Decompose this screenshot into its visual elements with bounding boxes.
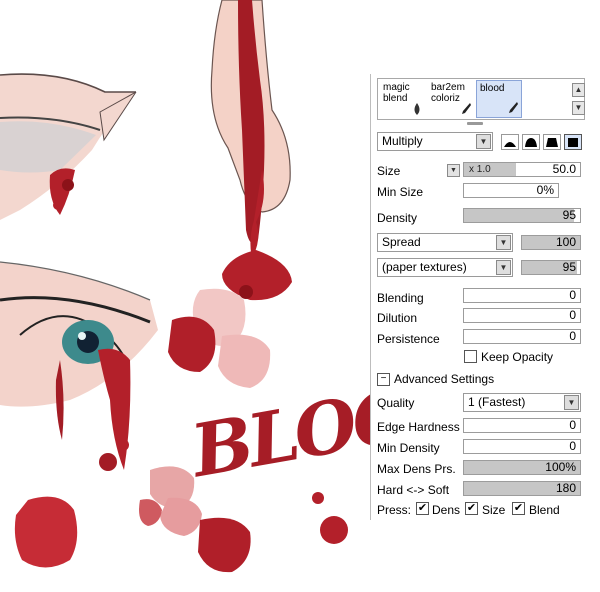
blend-mode-select[interactable]: Multiply ▼ — [377, 132, 493, 151]
min-size-label: Min Size — [377, 185, 424, 199]
paper-texture-strength-value: 95 — [562, 260, 576, 274]
paper-texture-strength-slider[interactable]: 95 — [521, 260, 581, 275]
press-size-label: Size — [482, 503, 506, 517]
min-density-value: 0 — [569, 439, 576, 453]
chevron-down-icon: ▼ — [496, 260, 511, 275]
max-dens-prs-value: 100% — [545, 460, 576, 474]
hard-soft-label: Hard <-> Soft — [377, 483, 450, 497]
press-size-checkbox[interactable]: ✔ — [465, 502, 478, 515]
brush-shape-icon — [568, 138, 578, 147]
persistence-value: 0 — [569, 329, 576, 343]
color-swatch-blob — [14, 496, 78, 568]
brush-shape-button-3[interactable] — [543, 134, 561, 150]
tool-label: blood — [480, 83, 505, 94]
lower-eye-drawing — [0, 261, 158, 471]
density-value: 95 — [562, 208, 576, 222]
collapse-advanced-button[interactable]: − — [377, 373, 390, 386]
press-dens-checkbox[interactable]: ✔ — [416, 502, 429, 515]
density-fill — [464, 209, 575, 222]
edge-hardness-value: 0 — [569, 418, 576, 432]
texture-select-value: Spread — [382, 235, 421, 249]
chevron-down-icon: ▼ — [476, 134, 491, 149]
min-density-slider[interactable]: 0 — [463, 439, 581, 454]
size-slider[interactable]: x 1.0 50.0 — [463, 162, 581, 177]
blending-label: Blending — [377, 291, 424, 305]
brush-shape-icon — [546, 138, 558, 147]
resize-handle[interactable] — [467, 122, 483, 125]
press-dens-label: Dens — [432, 503, 461, 517]
quality-label: Quality — [377, 396, 415, 410]
edge-hardness-label: Edge Hardness — [377, 420, 460, 434]
quality-select[interactable]: 1 (Fastest) ▼ — [463, 393, 581, 412]
scroll-down-button[interactable]: ▼ — [572, 101, 585, 115]
tool-blood[interactable]: blood — [476, 80, 522, 118]
size-value: 50.0 — [552, 162, 576, 176]
density-slider[interactable]: 95 — [463, 208, 581, 223]
texture-select[interactable]: Spread ▼ — [377, 233, 513, 252]
tool-bar2em-colorize[interactable]: bar2em coloriz — [428, 80, 474, 118]
tool-magic-blend[interactable]: magic blend — [380, 80, 426, 118]
dilution-label: Dilution — [377, 311, 418, 325]
min-size-slider[interactable]: 0% — [463, 183, 559, 198]
texture-strength-value: 100 — [555, 235, 576, 249]
hard-soft-value: 180 — [555, 481, 576, 495]
blend-mode-value: Multiply — [382, 134, 423, 148]
max-dens-prs-slider[interactable]: 100% — [463, 460, 581, 475]
dilution-value: 0 — [569, 308, 576, 322]
press-blend-label: Blend — [529, 503, 560, 517]
advanced-settings-label: Advanced Settings — [394, 372, 495, 386]
brush-shape-button-4[interactable] — [564, 134, 582, 150]
quality-value: 1 (Fastest) — [468, 395, 526, 409]
press-label: Press: — [377, 503, 412, 517]
brush-icon — [462, 103, 471, 114]
blending-value: 0 — [569, 288, 576, 302]
persistence-label: Persistence — [377, 332, 440, 346]
persistence-slider[interactable]: 0 — [463, 329, 581, 344]
scroll-up-button[interactable]: ▲ — [572, 83, 585, 97]
size-multiplier: x 1.0 — [469, 164, 491, 175]
tool-label: bar2em — [431, 82, 465, 93]
texture-strength-slider[interactable]: 100 — [521, 235, 581, 250]
brush-settings-panel: magic blend bar2em coloriz blood ▲ ▼ Mul… — [370, 74, 590, 520]
min-size-value: 0% — [536, 183, 554, 197]
hard-soft-slider[interactable]: 180 — [463, 481, 581, 496]
blending-slider[interactable]: 0 — [463, 288, 581, 303]
droplet-icon — [414, 103, 420, 115]
brush-icon — [509, 102, 518, 113]
brush-shape-button-1[interactable] — [501, 134, 519, 150]
upper-face-drawing — [0, 73, 137, 221]
size-label: Size — [377, 164, 401, 178]
press-blend-checkbox[interactable]: ✔ — [512, 502, 525, 515]
brush-shape-icon — [525, 138, 537, 147]
size-multiplier-button[interactable]: ▼ — [447, 164, 460, 177]
hand-drawing — [210, 0, 292, 301]
edge-hardness-slider[interactable]: 0 — [463, 418, 581, 433]
keep-opacity-checkbox[interactable] — [464, 350, 477, 363]
max-dens-prs-label: Max Dens Prs. — [377, 462, 456, 476]
density-label: Density — [377, 211, 418, 225]
chevron-down-icon: ▼ — [496, 235, 511, 250]
keep-opacity-label: Keep Opacity — [481, 350, 554, 364]
chevron-down-icon: ▼ — [564, 395, 579, 410]
tool-preset-box: magic blend bar2em coloriz blood ▲ ▼ — [377, 78, 585, 120]
brush-shape-icon — [504, 142, 516, 147]
paper-texture-select[interactable]: (paper textures) ▼ — [377, 258, 513, 277]
tool-label: magic — [383, 82, 410, 93]
paper-texture-value: (paper textures) — [382, 260, 467, 274]
dilution-slider[interactable]: 0 — [463, 308, 581, 323]
min-density-label: Min Density — [377, 441, 440, 455]
brush-shape-button-2[interactable] — [522, 134, 540, 150]
